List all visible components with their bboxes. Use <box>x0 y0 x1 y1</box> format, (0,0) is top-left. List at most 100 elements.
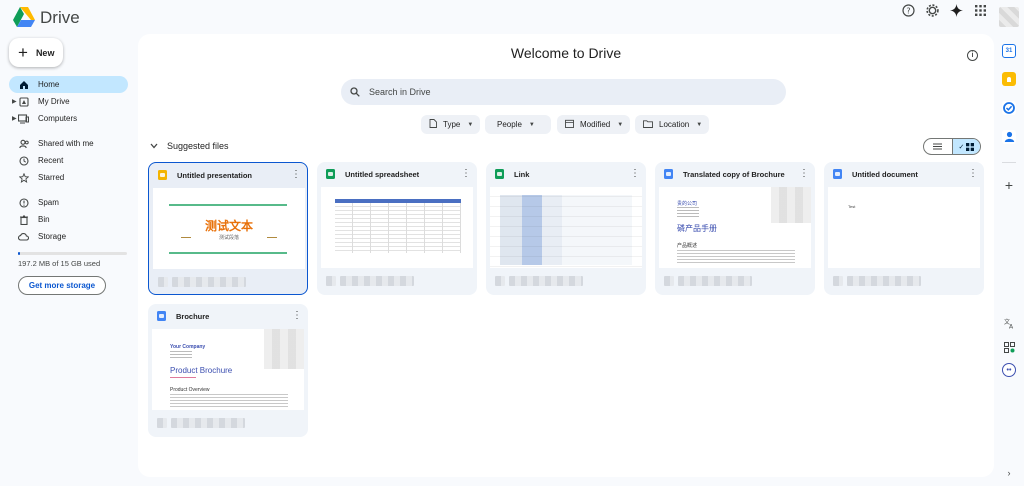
computers-icon <box>18 113 29 124</box>
avatar[interactable] <box>999 7 1019 27</box>
file-icon <box>429 119 437 130</box>
section-title: Suggested files <box>167 141 229 151</box>
file-card-header: Untitled document <box>824 162 984 186</box>
filter-chip-modified[interactable]: Modified ▼ <box>557 115 630 134</box>
filter-chips: Type ▼ People ▼ Modified ▼ Location ▼ <box>138 115 994 134</box>
expand-caret-icon[interactable]: ▶ <box>12 115 17 122</box>
shared-icon <box>18 138 29 149</box>
list-view-button[interactable] <box>924 139 952 154</box>
sidebar-item-storage[interactable]: Storage <box>9 228 128 245</box>
page-title: Welcome to Drive <box>510 45 622 61</box>
sidebar-item-label: Storage <box>38 232 67 241</box>
folder-icon <box>643 119 653 130</box>
file-card-header: Link <box>486 162 646 186</box>
storage-meter <box>18 252 127 255</box>
sidebar-item-bin[interactable]: Bin <box>9 211 128 228</box>
cloud-icon <box>18 231 29 242</box>
file-card-translated-brochure[interactable]: Translated copy of Brochure ⋮ 贵的公司 磷产品手册… <box>655 162 815 295</box>
new-button[interactable]: + New <box>9 38 63 67</box>
sidebar-item-label: My Drive <box>38 97 70 106</box>
thumbnail-title: 磷产品手册 <box>677 224 717 233</box>
filter-chip-location[interactable]: Location ▼ <box>635 115 709 134</box>
more-options-icon[interactable]: ⋮ <box>461 169 471 179</box>
calendar-app-icon[interactable]: 31 <box>1002 44 1016 58</box>
file-name: Untitled spreadsheet <box>345 169 420 179</box>
sidebar-item-shared[interactable]: Shared with me <box>9 135 128 152</box>
sheets-file-icon <box>326 169 335 179</box>
add-app-icon[interactable]: + <box>1002 177 1016 193</box>
file-thumbnail: Test <box>828 187 980 268</box>
home-icon <box>18 79 29 90</box>
file-card-footer <box>833 276 923 286</box>
file-name: Translated copy of Brochure <box>683 169 785 179</box>
file-name: Link <box>514 169 530 179</box>
app-title[interactable]: Drive <box>40 8 80 28</box>
file-card-untitled-presentation[interactable]: Untitled presentation ⋮ 测试文本 测试段落 <box>148 162 308 295</box>
apps-grid-icon[interactable] <box>970 0 990 20</box>
assistant-icon[interactable]: •• <box>1002 363 1016 377</box>
file-card-brochure[interactable]: Brochure ⋮ Your Company Product Brochure… <box>148 304 308 437</box>
filter-chip-type[interactable]: Type ▼ <box>421 115 480 134</box>
sidebar-item-starred[interactable]: Starred <box>9 169 128 186</box>
get-more-storage-button[interactable]: Get more storage <box>18 276 106 295</box>
file-card-untitled-spreadsheet[interactable]: Untitled spreadsheet ⋮ <box>317 162 477 295</box>
top-bar: Drive ? <box>0 0 1024 34</box>
file-card-footer <box>495 276 585 286</box>
sidebar-item-recent[interactable]: Recent <box>9 152 128 169</box>
filter-chip-label: Type <box>443 120 461 129</box>
expand-caret-icon[interactable]: ▶ <box>12 98 17 105</box>
file-card-header: Untitled presentation <box>149 163 307 187</box>
extension-icon[interactable] <box>1002 340 1016 354</box>
grid-view-button[interactable]: ✓ <box>951 139 980 154</box>
sidebar-item-computers[interactable]: ▶ Computers <box>9 110 128 127</box>
more-options-icon[interactable]: ⋮ <box>968 169 978 179</box>
dropdown-arrow-icon: ▼ <box>467 121 474 128</box>
sidebar-item-spam[interactable]: Spam <box>9 194 128 211</box>
filter-chip-label: People <box>497 120 522 129</box>
help-icon[interactable]: ? <box>898 0 918 20</box>
thumbnail-subtitle: 测试段落 <box>218 235 239 241</box>
file-card-footer <box>157 418 247 428</box>
file-card-link[interactable]: Link ⋮ <box>486 162 646 295</box>
file-card-footer <box>158 277 248 287</box>
sidebar-item-my-drive[interactable]: ▶ My Drive <box>9 93 128 110</box>
search-input[interactable] <box>369 87 749 97</box>
settings-icon[interactable] <box>922 0 942 20</box>
thumbnail-title: Product Brochure <box>170 366 233 375</box>
storage-used-text: 197.2 MB of 15 GB used <box>18 259 101 268</box>
sidebar-item-label: Home <box>38 80 60 89</box>
file-card-untitled-document[interactable]: Untitled document ⋮ Test <box>824 162 984 295</box>
filter-chip-label: Modified <box>580 120 611 129</box>
dropdown-arrow-icon: ▼ <box>528 121 535 128</box>
file-thumbnail <box>490 187 642 268</box>
sidebar-item-label: Shared with me <box>38 139 94 148</box>
plus-icon: + <box>18 43 28 62</box>
sheets-file-icon <box>495 169 504 179</box>
gemini-icon[interactable] <box>946 0 966 20</box>
file-thumbnail: 贵的公司 磷产品手册 产品概述 <box>659 187 811 268</box>
suggested-files-toggle[interactable]: Suggested files <box>150 141 229 151</box>
more-options-icon[interactable]: ⋮ <box>291 170 301 180</box>
more-options-icon[interactable]: ⋮ <box>799 169 809 179</box>
expand-panel-chevron-icon[interactable]: › <box>1002 466 1016 480</box>
file-card-header: Untitled spreadsheet <box>317 162 477 186</box>
thumbnail-text: Test <box>848 204 856 209</box>
file-card-header: Translated copy of Brochure <box>655 162 815 186</box>
filter-chip-people[interactable]: People ▼ <box>485 115 551 134</box>
thumbnail-section: 产品概述 <box>677 243 698 249</box>
list-icon <box>933 143 943 150</box>
translate-icon[interactable]: 文A <box>1002 316 1016 330</box>
contacts-app-icon[interactable] <box>1002 130 1016 144</box>
keep-app-icon[interactable] <box>1002 72 1016 86</box>
tasks-app-icon[interactable] <box>1002 101 1016 115</box>
clock-icon <box>18 155 29 166</box>
sidebar-item-home[interactable]: Home <box>9 76 128 93</box>
more-options-icon[interactable]: ⋮ <box>630 169 640 179</box>
info-icon[interactable]: i <box>967 50 978 61</box>
storage-meter-fill <box>18 252 20 255</box>
more-options-icon[interactable]: ⋮ <box>292 311 302 321</box>
search-bar[interactable] <box>341 79 786 105</box>
file-name: Brochure <box>176 311 210 321</box>
file-name: Untitled presentation <box>177 170 253 180</box>
drive-logo-icon[interactable] <box>13 7 35 27</box>
